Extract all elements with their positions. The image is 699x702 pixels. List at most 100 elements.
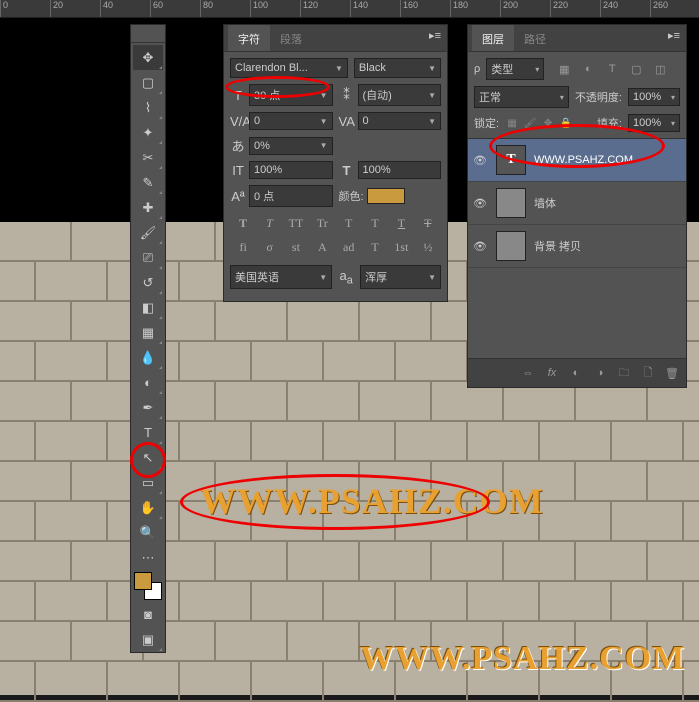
brush-tool[interactable]: 🖌 xyxy=(133,220,163,245)
pen-tool[interactable]: ✒ xyxy=(133,395,163,420)
bold-button[interactable]: T xyxy=(232,213,254,233)
fill-label: 填充: xyxy=(597,115,622,131)
layer-visibility-icon[interactable]: 👁 xyxy=(472,240,488,253)
history-brush-tool[interactable]: ↺ xyxy=(133,270,163,295)
lock-transparent-icon[interactable]: ▦ xyxy=(505,116,519,130)
layer-visibility-icon[interactable]: 👁 xyxy=(472,197,488,210)
ot-fractions-button[interactable]: ½ xyxy=(417,237,439,257)
extra-tool[interactable]: ⋯ xyxy=(133,545,163,570)
scale-input[interactable]: 0%▼ xyxy=(249,137,333,155)
magic-wand-tool[interactable]: ✦ xyxy=(133,120,163,145)
italic-button[interactable]: T xyxy=(259,213,281,233)
layer-name[interactable]: 背景 拷贝 xyxy=(534,238,682,254)
underline-button[interactable]: T xyxy=(390,213,412,233)
language-dropdown[interactable]: 美国英语▼ xyxy=(230,265,332,289)
hscale-input[interactable]: 100% xyxy=(358,161,442,179)
ot-alt-button[interactable]: σ xyxy=(259,237,281,257)
hand-tool[interactable]: ✋ xyxy=(133,495,163,520)
ot-ordinals2-button[interactable]: 1st xyxy=(390,237,412,257)
lock-position-icon[interactable]: ✥ xyxy=(541,116,555,130)
foreground-color[interactable] xyxy=(134,572,152,590)
kerning-input[interactable]: 0▼ xyxy=(249,112,333,130)
ot-ordinals-button[interactable]: T xyxy=(364,237,386,257)
layer-thumbnail[interactable] xyxy=(496,188,526,218)
ot-stylistic-button[interactable]: st xyxy=(285,237,307,257)
quick-mask-toggle[interactable]: ◙ xyxy=(133,602,163,627)
text-color-swatch[interactable] xyxy=(367,188,405,204)
rectangle-tool[interactable]: ▭ xyxy=(133,470,163,495)
filter-smart-icon[interactable]: ◫ xyxy=(652,61,668,77)
ot-titling-button[interactable]: ad xyxy=(338,237,360,257)
antialias-dropdown[interactable]: 浑厚▼ xyxy=(360,265,441,289)
layer-item[interactable]: 👁 T WWW.PSAHZ.COM xyxy=(468,139,686,182)
lock-paint-icon[interactable]: 🖌 xyxy=(523,116,537,130)
lock-all-icon[interactable]: 🔒 xyxy=(559,116,573,130)
tab-paths[interactable]: 路径 xyxy=(514,25,556,51)
superscript-button[interactable]: T xyxy=(338,213,360,233)
blend-mode-dropdown[interactable]: 正常▾ xyxy=(474,86,569,108)
canvas-text-psahz-1[interactable]: WWW.PSAHZ.COM xyxy=(200,480,544,522)
clone-stamp-tool[interactable]: ⎚ xyxy=(133,245,163,270)
panel-menu-icon[interactable]: ▸≡ xyxy=(423,25,447,51)
move-tool[interactable]: ✥ xyxy=(133,45,163,70)
layer-group-icon[interactable]: 🗀 xyxy=(616,365,632,381)
tab-paragraph[interactable]: 段落 xyxy=(270,25,312,51)
layer-thumbnail[interactable] xyxy=(496,231,526,261)
blur-tool[interactable]: 💧 xyxy=(133,345,163,370)
foreground-background-colors[interactable] xyxy=(134,572,162,600)
healing-brush-tool[interactable]: ✚ xyxy=(133,195,163,220)
layer-visibility-icon[interactable]: 👁 xyxy=(472,154,488,167)
font-family-dropdown[interactable]: Clarendon Bl...▼ xyxy=(230,58,348,78)
adjustment-layer-icon[interactable]: ◑ xyxy=(592,365,608,381)
filter-adjust-icon[interactable]: ◐ xyxy=(580,61,596,77)
type-tool[interactable]: T xyxy=(133,420,163,445)
fill-input[interactable]: 100%▾ xyxy=(628,114,680,132)
strike-button[interactable]: T xyxy=(417,213,439,233)
layer-mask-icon[interactable]: ◐ xyxy=(568,365,584,381)
subscript-button[interactable]: T xyxy=(364,213,386,233)
ligature-button[interactable]: fi xyxy=(232,237,254,257)
font-size-input[interactable]: 30 点▼ xyxy=(249,84,333,106)
delete-layer-icon[interactable]: 🗑 xyxy=(664,365,680,381)
layer-item[interactable]: 👁 墙体 xyxy=(468,182,686,225)
chevron-down-icon: ▼ xyxy=(428,273,436,282)
eyedropper-tool[interactable]: ✎ xyxy=(133,170,163,195)
filter-shape-icon[interactable]: ▢ xyxy=(628,61,644,77)
leading-input[interactable]: (自动)▼ xyxy=(358,84,442,106)
ot-swash-button[interactable]: A xyxy=(311,237,333,257)
smallcaps-button[interactable]: Tr xyxy=(311,213,333,233)
font-style-value: Black xyxy=(359,62,386,74)
tracking-input[interactable]: 0▼ xyxy=(358,112,442,130)
ruler-horizontal[interactable]: 0204060801001201401601802002202402602803… xyxy=(0,0,699,18)
link-layers-icon[interactable]: ⇔ xyxy=(520,365,536,381)
layer-thumbnail[interactable]: T xyxy=(496,145,526,175)
filter-type-dropdown[interactable]: 类型▾ xyxy=(486,58,544,80)
layer-item[interactable]: 👁 背景 拷贝 xyxy=(468,225,686,268)
dodge-tool[interactable]: ◐ xyxy=(133,370,163,395)
eraser-tool[interactable]: ◧ xyxy=(133,295,163,320)
tab-layers[interactable]: 图层 xyxy=(472,25,514,51)
lasso-tool[interactable]: ⌇ xyxy=(133,95,163,120)
vscale-input[interactable]: 100% xyxy=(249,161,333,179)
layer-name[interactable]: 墙体 xyxy=(534,195,682,211)
tab-character[interactable]: 字符 xyxy=(228,25,270,51)
panel-menu-icon[interactable]: ▸≡ xyxy=(662,25,686,51)
filter-pixel-icon[interactable]: ▦ xyxy=(556,61,572,77)
marquee-tool[interactable]: ▢ xyxy=(133,70,163,95)
opacity-input[interactable]: 100%▾ xyxy=(628,88,680,106)
layer-fx-icon[interactable]: fx xyxy=(544,365,560,381)
zoom-tool[interactable]: 🔍 xyxy=(133,520,163,545)
gradient-tool[interactable]: ▦ xyxy=(133,320,163,345)
allcaps-button[interactable]: TT xyxy=(285,213,307,233)
chevron-down-icon: ▼ xyxy=(320,141,328,150)
crop-tool[interactable]: ✂ xyxy=(133,145,163,170)
baseline-input[interactable]: 0 点 xyxy=(249,185,333,207)
layer-name[interactable]: WWW.PSAHZ.COM xyxy=(534,154,682,166)
new-layer-icon[interactable]: 🗋 xyxy=(640,365,656,381)
toolbox-tab-grip[interactable] xyxy=(131,31,165,43)
screen-mode-toggle[interactable]: ▣ xyxy=(133,627,163,652)
font-style-dropdown[interactable]: Black▼ xyxy=(354,58,441,78)
fill-value: 100% xyxy=(633,117,661,129)
filter-type-icon[interactable]: T xyxy=(604,61,620,77)
path-selection-tool[interactable]: ↖ xyxy=(133,445,163,470)
